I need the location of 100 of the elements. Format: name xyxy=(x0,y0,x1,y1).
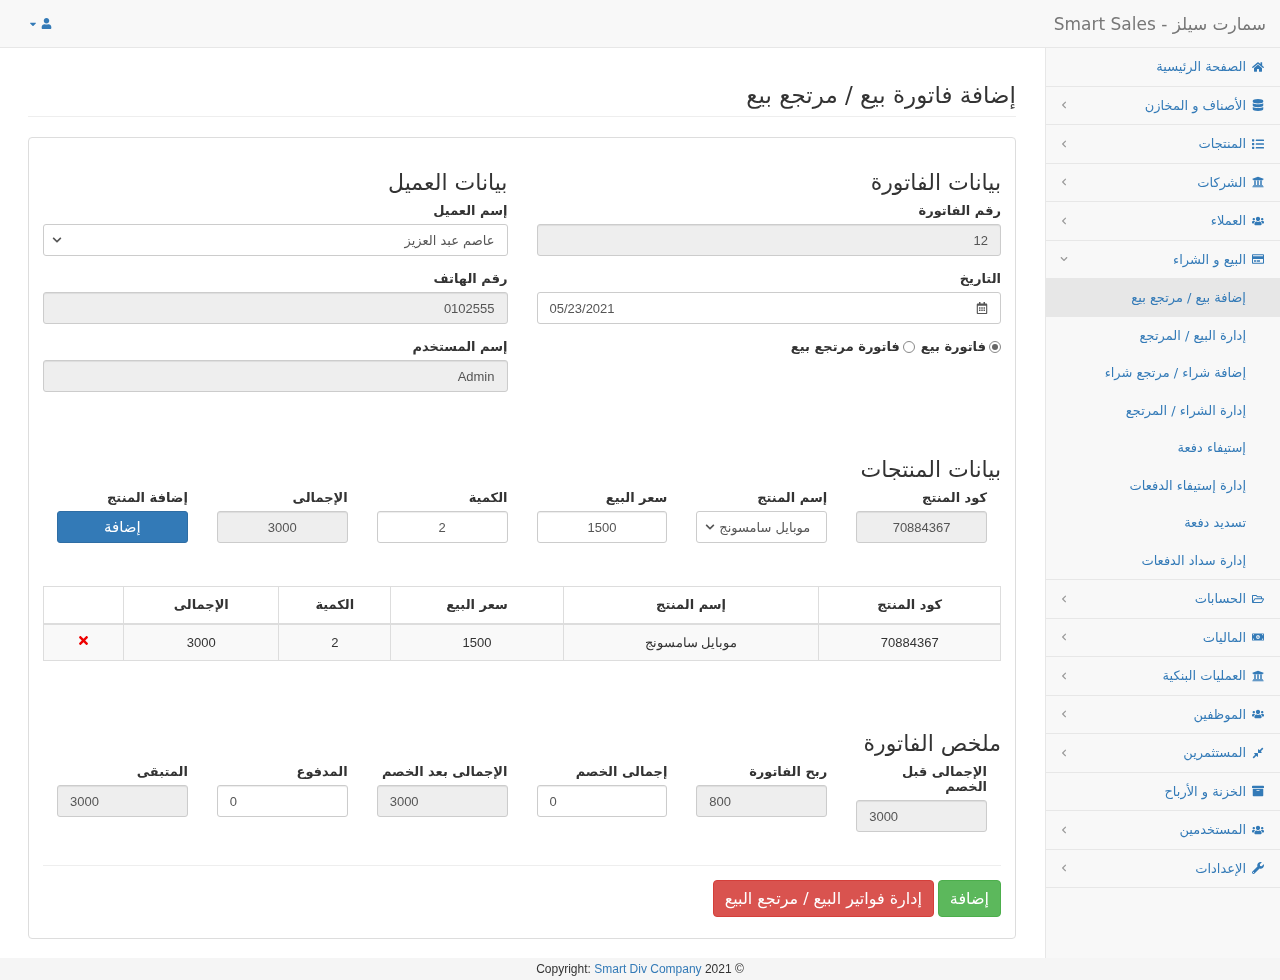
field-label: إسم المستخدم xyxy=(411,339,508,354)
sidebar-item[interactable]: الصفحة الرئيسية xyxy=(1046,48,1280,87)
input-field[interactable]: 12 xyxy=(536,224,1001,256)
section-heading: بيانات الفاتورة xyxy=(869,170,1001,195)
chevron-icon xyxy=(1060,178,1068,187)
field-label: الكمية xyxy=(467,490,508,505)
users-icon xyxy=(1252,823,1264,836)
field-label: رقم الهاتف xyxy=(432,271,508,286)
wrench-icon xyxy=(1252,862,1264,875)
sidebar-item[interactable]: المستثمرين xyxy=(1046,734,1280,773)
section-heading: ملخص الفاتورة xyxy=(862,731,1001,756)
column-header: كود المنتج xyxy=(818,586,1001,624)
chevron-icon xyxy=(1060,748,1068,757)
input-field[interactable]: 800 xyxy=(696,785,828,817)
delete-icon[interactable] xyxy=(77,634,90,648)
page-title: إضافة فاتورة بيع / مرتجع بيع xyxy=(28,82,1016,117)
manage-button[interactable]: إدارة فواتير البيع / مرتجع البيع xyxy=(712,880,934,917)
input-field[interactable]: 70884367 xyxy=(856,511,987,543)
sidebar-item[interactable]: الأصناف و المخازن xyxy=(1046,86,1280,125)
sidebar-item[interactable]: العمليات البنكية xyxy=(1046,657,1280,696)
field-label: رقم الفاتورة xyxy=(917,203,1001,218)
add-button[interactable]: إضافة xyxy=(57,511,188,543)
radio-option[interactable]: فاتورة بيع xyxy=(920,339,1001,354)
folder-icon xyxy=(1252,592,1264,605)
field-label: التاريخ xyxy=(958,271,1001,286)
input-field[interactable]: 0 xyxy=(216,785,348,817)
chevron-icon xyxy=(1060,825,1068,834)
compress-icon xyxy=(1252,746,1264,759)
input-field[interactable]: 3000 xyxy=(57,785,188,817)
field-label: إسم العميل xyxy=(432,203,508,218)
field-label: الإجمالى xyxy=(291,490,348,505)
chevron-icon xyxy=(1060,139,1068,148)
user-icon xyxy=(41,18,52,29)
add-button[interactable]: إضافة xyxy=(937,880,1001,917)
money-icon xyxy=(1252,631,1264,644)
sidebar-item[interactable]: الحسابات xyxy=(1046,580,1280,619)
sidebar-subitem[interactable]: تسديد دفعة xyxy=(1046,504,1280,542)
sidebar-subitem[interactable]: إدارة إستيفاء الدفعات xyxy=(1046,466,1280,504)
chevron-icon xyxy=(1060,633,1068,642)
field-label: كود المنتج xyxy=(921,490,987,505)
card-icon xyxy=(1252,253,1264,266)
sidebar-subitem[interactable]: إدارة البيع / المرتجع xyxy=(1046,316,1280,354)
input-field[interactable]: 0102555 xyxy=(43,292,508,324)
users-icon xyxy=(1252,708,1264,721)
input-field[interactable]: Admin xyxy=(43,360,508,392)
copyright-text: Copyright: Smart Div Company 2021 © xyxy=(536,962,744,976)
database-icon xyxy=(1252,99,1264,112)
input-field[interactable]: 2 xyxy=(376,511,508,543)
home-icon xyxy=(1252,60,1264,73)
input-field[interactable]: 1500 xyxy=(536,511,668,543)
field-label: سعر البيع xyxy=(604,490,668,505)
sidebar-subitem[interactable]: إضافة شراء / مرتجع شراء xyxy=(1046,354,1280,392)
sidebar-item[interactable]: الإعدادات xyxy=(1046,849,1280,888)
chevron-icon xyxy=(1060,216,1068,225)
select-field[interactable]: عاصم عبد العزيز xyxy=(43,224,508,256)
table-cell: 2 xyxy=(278,623,391,661)
field-label: المتبقى xyxy=(135,764,188,779)
bank-icon xyxy=(1252,669,1264,682)
column-header: سعر البيع xyxy=(390,586,564,624)
sidebar-item[interactable]: الموظفين xyxy=(1046,695,1280,734)
chevron-icon xyxy=(1060,671,1068,680)
input-field[interactable]: 0 xyxy=(536,785,668,817)
column-header: الكمية xyxy=(278,586,391,624)
field-label: المدفوع xyxy=(295,764,348,779)
chevron-icon xyxy=(1060,594,1068,603)
column-header: الإجمالى xyxy=(123,586,279,624)
chevron-icon xyxy=(52,235,62,245)
chevron-icon xyxy=(705,522,716,532)
sidebar-subitem[interactable]: إدارة الشراء / المرتجع xyxy=(1046,391,1280,429)
table-cell: 3000 xyxy=(123,623,279,661)
section-heading: بيانات العميل xyxy=(387,170,508,195)
bank-icon xyxy=(1252,176,1264,189)
chevron-icon xyxy=(1060,101,1068,110)
chevron-icon xyxy=(1060,710,1068,719)
field-label: إجمالى الخصم xyxy=(574,764,668,779)
sidebar-subitem[interactable]: إضافة بيع / مرتجع بيع xyxy=(1046,279,1280,317)
input-field[interactable]: 3000 xyxy=(216,511,348,543)
sidebar-item[interactable]: الشركات xyxy=(1046,163,1280,202)
input-field[interactable]: 3000 xyxy=(856,800,987,832)
section-heading: بيانات المنتجات xyxy=(859,457,1001,482)
chevron-icon xyxy=(1060,864,1068,873)
field-label: الإجمالى بعد الخصم xyxy=(380,764,508,779)
radio-option[interactable]: فاتورة مرتجع بيع xyxy=(790,339,915,354)
date-field[interactable]: 05/23/2021 xyxy=(536,292,1001,324)
table-cell: 1500 xyxy=(390,623,564,661)
sidebar-item[interactable]: المستخدمين xyxy=(1046,811,1280,850)
chevron-icon xyxy=(1060,255,1068,264)
sidebar-item[interactable]: الخزنة و الأرباح xyxy=(1046,772,1280,811)
field-label: الإجمالى قبل الخصم xyxy=(900,764,987,794)
sidebar-item[interactable]: الماليات xyxy=(1046,618,1280,657)
sidebar-subitem[interactable]: إدارة سداد الدفعات xyxy=(1046,541,1280,579)
input-field[interactable]: 3000 xyxy=(376,785,508,817)
field-label: إضافة المنتج xyxy=(106,490,188,505)
table-cell: موبايل سامسونج xyxy=(563,623,819,661)
field-label: إسم المنتج xyxy=(756,490,828,505)
select-field[interactable]: موبايل سامسونج xyxy=(696,511,828,543)
sidebar-item[interactable]: العملاء xyxy=(1046,202,1280,241)
company-link[interactable]: Smart Div Company xyxy=(594,962,702,976)
sidebar-item[interactable]: المنتجات xyxy=(1046,125,1280,164)
sidebar-subitem[interactable]: إستيفاء دفعة xyxy=(1046,429,1280,467)
